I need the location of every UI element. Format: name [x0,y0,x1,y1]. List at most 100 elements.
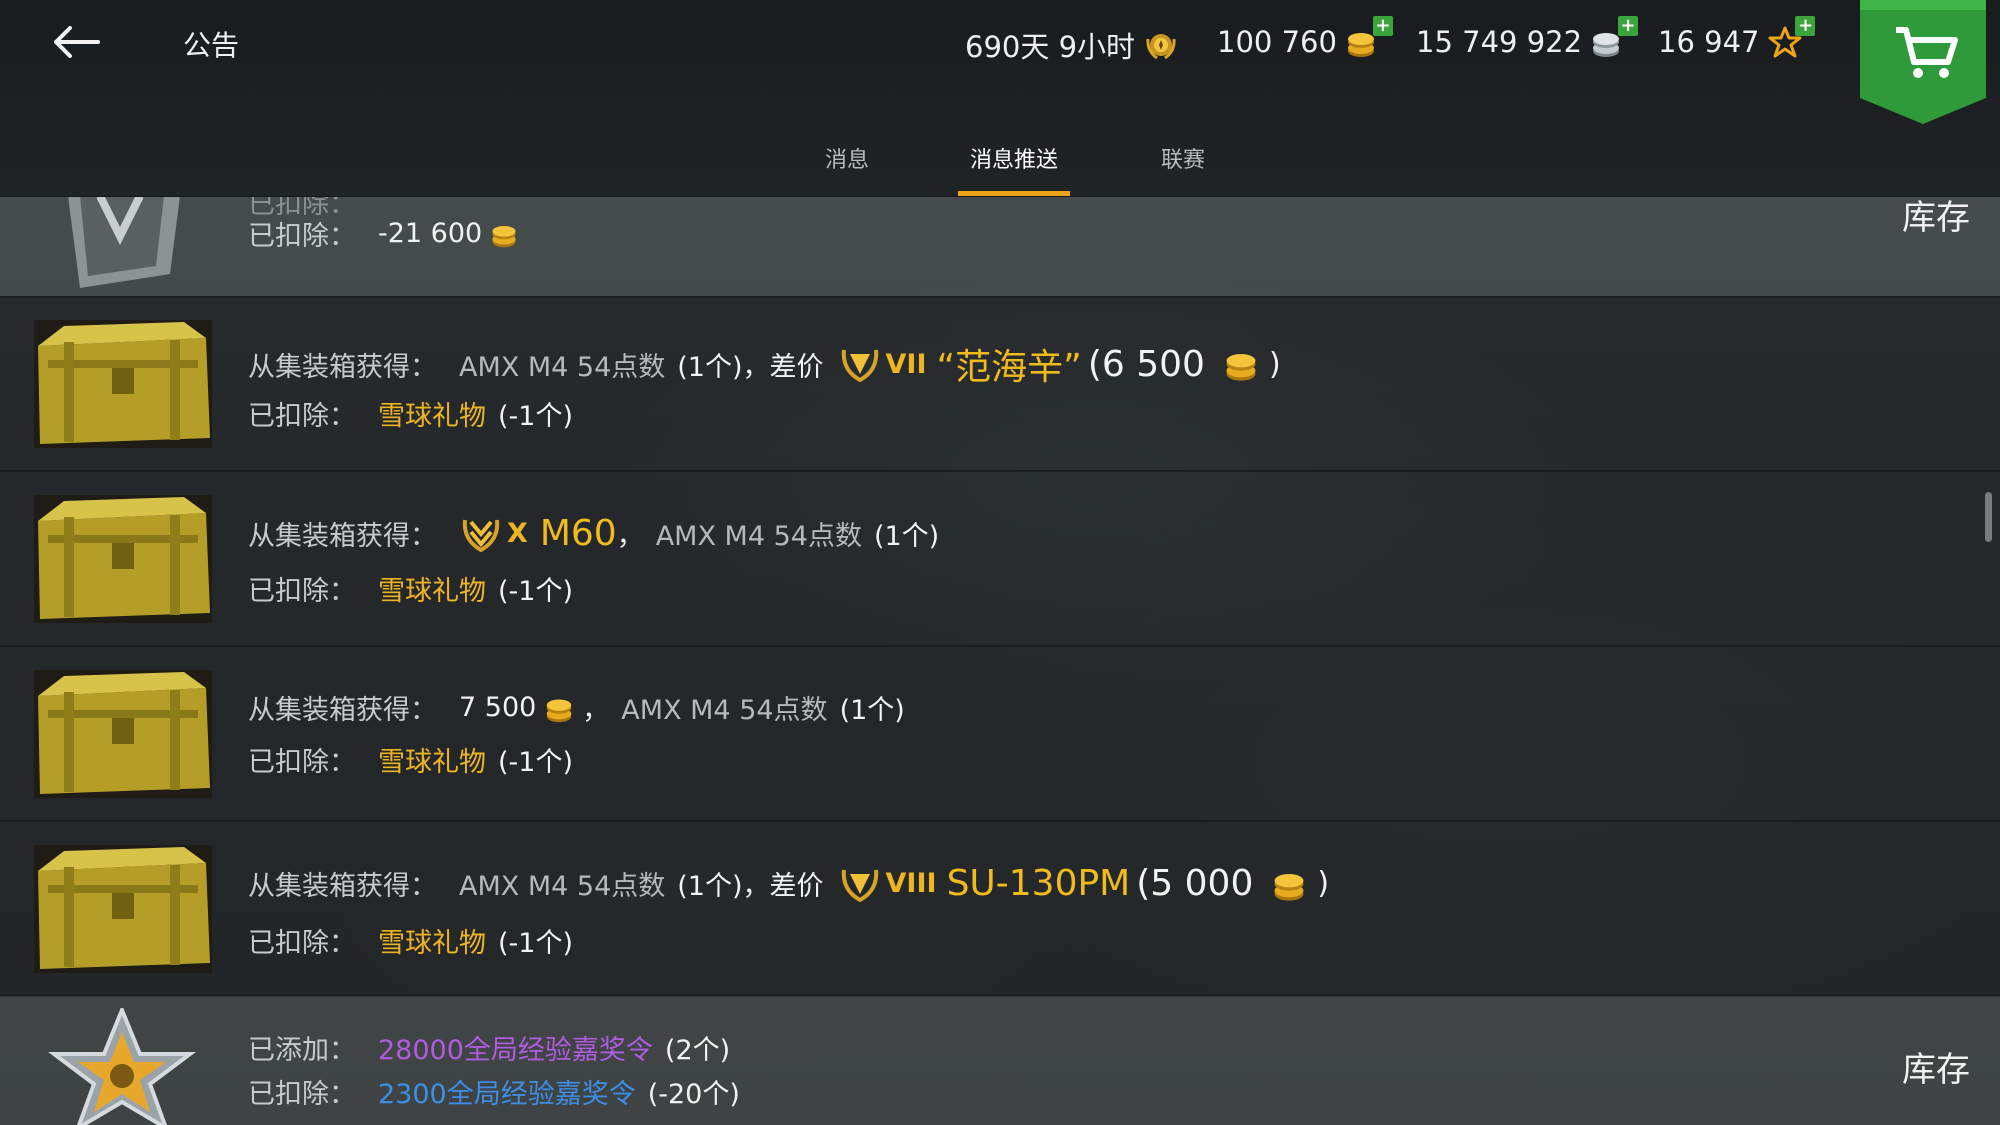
obtained-line: 从集装箱获得： 7 500 ， AMX M4 54点数 (1个) [248,688,905,727]
gold-value: 100 760 [1217,25,1337,59]
gold-coin-icon [1274,873,1304,901]
gold-coin-icon [1226,354,1256,381]
obtained-line: 从集装箱获得： AMX M4 54点数 (1个) ， 差价 VIII SU-13… [248,863,1329,904]
inventory-link[interactable]: 库存 [1902,196,1970,239]
obtained-label: 从集装箱获得： [248,521,437,552]
list-item[interactable]: 从集装箱获得： AMX M4 54点数 (1个) ， 差价 VIII SU-13… [0,821,2000,997]
price-close: ) [1317,866,1330,901]
deducted-line: 已扣除： 雪球礼物 (-1个) [248,569,573,608]
item-count: (1个) [677,871,743,902]
added-line: 已添加： 28000全局经验嘉奖令 (2个) [248,1028,730,1067]
shop-cart-button[interactable] [1860,0,1986,124]
inventory-link[interactable]: 库存 [1902,1042,1970,1091]
item-count: (1个) [873,521,940,552]
gold-counter[interactable]: 100 760 + [1217,16,1393,60]
obtained-line: 从集装箱获得： X M60 ， AMX M4 54点数 (1个) [248,513,939,554]
deducted-label: 已扣除： [248,221,356,252]
obtained-label: 从集装箱获得： [248,351,437,383]
premium-time-counter[interactable]: 690天 9小时 [965,24,1179,66]
tab-push-messages[interactable]: 消息推送 [958,142,1070,196]
item-count: (1个) [839,695,905,726]
deducted-count: (-1个) [498,401,573,432]
deducted-line: 已扣除： -21 600 [248,214,526,253]
gold-coin-icon [547,699,572,722]
gold-coin-icon [492,225,516,247]
tab-league-label: 联赛 [1160,148,1205,173]
deducted-item: 雪球礼物 [378,576,486,607]
tank-class-icon [841,349,878,383]
price-diff-label: 差价 [769,871,824,902]
separator: ， [742,351,770,383]
tab-messages-label: 消息 [824,148,869,173]
deducted-label: 已扣除： [248,1079,356,1110]
tank-tier: VIII [885,868,937,899]
buy-silver-plus-button[interactable]: + [1618,16,1639,36]
deducted-label: 已扣除： [248,928,356,959]
container-crate-icon [34,845,212,973]
item-name: AMX M4 54点数 [655,521,862,552]
tank-name: M60 [539,513,617,554]
price-value: (6 500 [1087,343,1205,385]
buy-gold-plus-button[interactable]: + [1372,16,1393,36]
tab-messages[interactable]: 消息 [812,142,882,196]
convert-xp-plus-button[interactable]: + [1795,16,1816,36]
deducted-line: 已扣除： 雪球礼物 (-1个) [248,740,573,779]
tab-league[interactable]: 联赛 [1148,142,1218,196]
tab-push-messages-label: 消息推送 [969,148,1058,173]
container-crate-icon [34,495,212,623]
item-name: AMX M4 54点数 [459,871,666,902]
price-diff-label: 差价 [769,351,824,383]
top-bar: 公告 690天 9小时 100 760 + 15 749 922 + 16 94… [0,0,2000,197]
list-item[interactable]: 从集装箱获得： X M60 ， AMX M4 54点数 (1个) 已扣除： 雪球… [0,471,2000,647]
price-value: (5 000 [1136,863,1254,904]
list-item[interactable]: 从集装箱获得： 7 500 ， AMX M4 54点数 (1个) 已扣除： 雪球… [0,646,2000,822]
deducted-count: (-1个) [498,747,573,778]
added-count: (2个) [664,1035,731,1066]
container-crate-icon [34,320,212,448]
free-xp-value: 16 947 [1658,25,1760,59]
deducted-label: 已扣除： [248,747,356,778]
tab-bar: 消息 消息推送 联赛 [0,120,2000,196]
separator: ， [616,521,644,552]
xp-star-emblem-icon [40,1004,204,1125]
item-count: (1个) [677,351,743,383]
tank-class-icon [841,869,878,902]
deducted-value: -21 600 [378,218,483,249]
list-item[interactable]: 从集装箱获得： AMX M4 54点数 (1个) ， 差价 VII “范海辛” … [0,296,2000,472]
deducted-count: (-20个) [647,1079,740,1110]
scrollbar-thumb[interactable] [1985,492,1992,542]
deducted-item: 雪球礼物 [378,747,486,778]
notification-list: 已扣除： 已扣除： -21 600 库存 从集装箱获得： AMX M4 54点数… [0,196,2000,1125]
page-title: 公告 [183,29,240,62]
deducted-line: 已扣除： 2300全局经验嘉奖令 (-20个) [248,1072,740,1111]
deducted-label: 已扣除： [248,401,356,432]
list-item[interactable]: 已扣除： 已扣除： -21 600 库存 [0,196,2000,298]
deducted-count: (-1个) [498,928,573,959]
price-close: ) [1268,346,1281,382]
deducted-item: 雪球礼物 [378,401,486,432]
tank-name: “范海辛” [936,347,1082,388]
silver-counter[interactable]: 15 749 922 + [1416,16,1639,60]
flag-item-icon [60,196,190,288]
active-tab-indicator [958,191,1070,196]
back-arrow-icon [54,26,100,58]
added-label: 已添加： [248,1035,356,1066]
deducted-item: 2300全局经验嘉奖令 [378,1079,636,1110]
premium-time-value: 690天 9小时 [965,30,1136,64]
tank-name: SU-130PM [946,863,1131,904]
deducted-line: 已扣除： 雪球礼物 (-1个) [248,921,573,960]
obtained-label: 从集装箱获得： [248,871,437,902]
obtained-label: 从集装箱获得： [248,695,437,726]
container-crate-icon [34,670,212,798]
silver-coin-icon: + [1590,16,1639,60]
deducted-count: (-1个) [498,576,573,607]
separator: ， [742,871,770,902]
free-xp-counter[interactable]: 16 947 + [1658,16,1816,60]
deducted-line: 已扣除： 雪球礼物 (-1个) [248,394,573,433]
list-item[interactable]: 已添加： 28000全局经验嘉奖令 (2个) 已扣除： 2300全局经验嘉奖令 … [0,996,2000,1125]
tank-class-icon [462,519,500,552]
tank-tier: VII [885,348,927,380]
added-item: 28000全局经验嘉奖令 [378,1035,653,1066]
silver-value: 15 749 922 [1416,25,1583,59]
back-button[interactable] [40,14,116,74]
